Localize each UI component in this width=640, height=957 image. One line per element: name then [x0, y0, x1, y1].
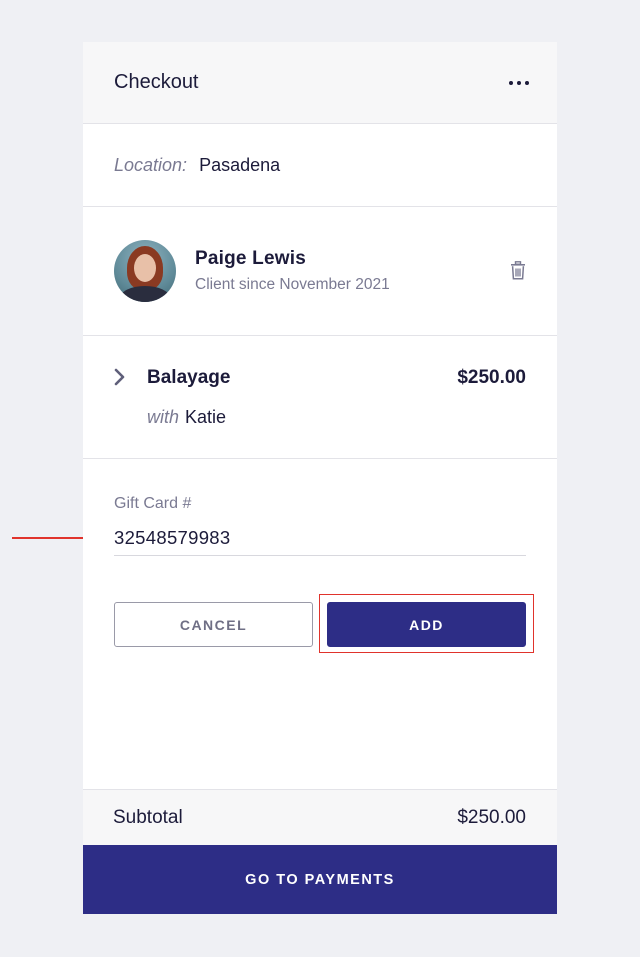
service-row: Balayage $250.00 with Katie	[83, 336, 557, 459]
client-row: Paige Lewis Client since November 2021	[83, 207, 557, 336]
subtotal-label: Subtotal	[113, 806, 183, 828]
stylist-name: Katie	[185, 407, 227, 427]
client-info: Paige Lewis Client since November 2021	[195, 248, 390, 294]
subtotal-row: Subtotal $250.00	[83, 789, 557, 845]
more-options-icon[interactable]	[505, 77, 533, 89]
gift-card-input[interactable]	[114, 521, 526, 556]
avatar	[114, 240, 176, 302]
trash-icon[interactable]	[510, 261, 526, 280]
client-name: Paige Lewis	[195, 248, 306, 269]
checkout-header: Checkout	[83, 42, 557, 124]
location-value: Pasadena	[199, 154, 281, 175]
location-label: Location:	[114, 154, 188, 175]
chevron-right-icon[interactable]	[114, 368, 126, 386]
cancel-button[interactable]: CANCEL	[114, 602, 313, 647]
subtotal-value: $250.00	[457, 806, 526, 828]
service-stylist: with Katie	[147, 407, 226, 428]
checkout-panel: Checkout Location: Pasadena Paige Lewis …	[83, 42, 557, 914]
with-label: with	[147, 407, 180, 427]
go-to-payments-button[interactable]: GO TO PAYMENTS	[83, 845, 557, 914]
add-button[interactable]: ADD	[327, 602, 526, 647]
gift-card-label: Gift Card #	[114, 495, 192, 512]
page-title: Checkout	[114, 71, 199, 93]
service-name: Balayage	[147, 367, 231, 388]
client-since: Client since November 2021	[195, 276, 390, 293]
gift-card-section: Gift Card # CANCEL ADD	[83, 459, 557, 788]
service-price: $250.00	[457, 367, 526, 388]
location-row: Location: Pasadena	[83, 124, 557, 207]
